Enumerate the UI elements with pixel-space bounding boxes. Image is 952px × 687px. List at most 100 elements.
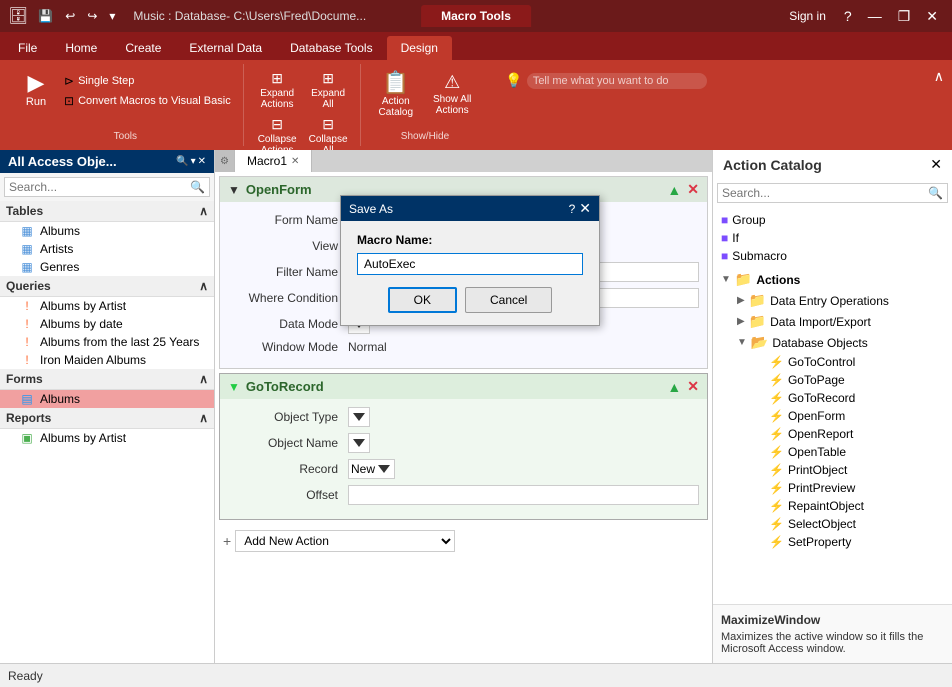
leaf-label: OpenForm [788,409,845,423]
catalog-leaf-opentable[interactable]: ⚡ OpenTable [765,443,948,461]
dialog-ok-btn[interactable]: OK [388,287,457,313]
dialog-close-btn[interactable]: ✕ [579,200,591,217]
sidebar-options-btn[interactable]: ▾ [191,156,196,167]
sidebar-item-iron-maiden[interactable]: ! Iron Maiden Albums [0,351,214,369]
tab-file[interactable]: File [4,36,51,60]
close-btn[interactable]: ✕ [920,6,944,27]
sidebar-item-genres[interactable]: ▦ Genres [0,258,214,276]
sidebar-search-input[interactable] [5,178,186,196]
ribbon-expand-btn[interactable]: ∧ [934,68,944,85]
catalog-search-icon[interactable]: 🔍 [924,184,947,202]
catalog-item-if[interactable]: ■ If [717,229,948,247]
record-select[interactable]: New [348,459,395,479]
openform-delete-btn[interactable]: ✕ [687,181,699,198]
dialog-help-btn[interactable]: ? [569,202,576,216]
single-step-btn[interactable]: ⊳ Single Step [60,72,235,90]
ribbon-group-collapse-expand: ⊞ ExpandActions ⊟ CollapseActions ⊞ Expa… [246,64,361,146]
show-all-actions-btn[interactable]: ⚠ Show AllActions [425,68,479,120]
catalog-leaf-printpreview[interactable]: ⚡ PrintPreview [765,479,948,497]
sidebar-close-btn[interactable]: ✕ [198,156,206,167]
catalog-leaf-gotopage[interactable]: ⚡ GoToPage [765,371,948,389]
undo-btn[interactable]: ↩ [61,7,79,25]
signin-link[interactable]: Sign in [789,9,826,23]
expand-actions-btn[interactable]: ⊞ ExpandActions [254,68,301,112]
sidebar-search-btn[interactable]: 🔍 [186,178,209,196]
catalog-item-label: Submacro [732,249,787,263]
object-name-select[interactable] [348,433,370,453]
catalog-item-group[interactable]: ■ Group [717,211,948,229]
offset-input[interactable] [348,485,699,505]
catalog-item-submacro[interactable]: ■ Submacro [717,247,948,265]
sidebar-item-albums-form[interactable]: ▤ Albums [0,390,214,408]
action-catalog-icon: 📋 [382,72,409,94]
tab-database-tools[interactable]: Database Tools [276,36,387,60]
sidebar-item-albums-by-date[interactable]: ! Albums by date [0,315,214,333]
catalog-leaf-selectobject[interactable]: ⚡ SelectObject [765,515,948,533]
tab-design[interactable]: Design [387,36,452,60]
db-objects-header[interactable]: ▼ 📂 Database Objects [733,332,948,353]
tab-macro1[interactable]: Macro1 ✕ [235,150,312,172]
run-label: Run [26,96,46,108]
save-btn[interactable]: 💾 [34,7,57,25]
dialog-cancel-btn[interactable]: Cancel [465,287,552,313]
sidebar-item-albums-table[interactable]: ▦ Albums [0,222,214,240]
object-type-select[interactable] [348,407,370,427]
add-action-select[interactable]: Add New Action [235,530,455,552]
catalog-leaf-setproperty[interactable]: ⚡ SetProperty [765,533,948,551]
gotorecord-delete-btn[interactable]: ✕ [687,378,699,395]
macro1-close[interactable]: ✕ [291,156,299,167]
catalog-leaf-gotorecord[interactable]: ⚡ GoToRecord [765,389,948,407]
sidebar-section-queries[interactable]: Queries ∧ [0,276,214,297]
openform-collapse-btn[interactable]: ▼ [228,183,240,197]
redo-btn[interactable]: ↪ [83,7,101,25]
add-action-bar: + Add New Action [215,524,712,558]
expand-all-btn[interactable]: ⊞ ExpandAll [305,68,352,112]
customize-btn[interactable]: ▾ [105,7,119,25]
catalog-leaf-gotocontrol[interactable]: ⚡ GoToControl [765,353,948,371]
macro-name-input[interactable] [357,253,583,275]
ribbon-tabs: File Home Create External Data Database … [0,32,952,60]
catalog-leaf-printobject[interactable]: ⚡ PrintObject [765,461,948,479]
data-import-header[interactable]: ▶ 📁 Data Import/Export [733,311,948,332]
sidebar-search-icon[interactable]: 🔍 [176,156,188,167]
catalog-leaf-openform[interactable]: ⚡ OpenForm [765,407,948,425]
tab-home[interactable]: Home [51,36,111,60]
maximize-btn[interactable]: ❐ [892,6,917,27]
object-type-label: Object Type [228,410,348,424]
action-catalog-close-btn[interactable]: ✕ [930,156,942,173]
sidebar-item-label: Albums [40,224,80,238]
help-btn[interactable]: ? [838,6,858,26]
sidebar-section-tables[interactable]: Tables ∧ [0,201,214,222]
sidebar-section-reports[interactable]: Reports ∧ [0,408,214,429]
run-button[interactable]: ▶ Run [16,68,56,112]
tab-external-data[interactable]: External Data [175,36,276,60]
sidebar-item-artists[interactable]: ▦ Artists [0,240,214,258]
data-entry-header[interactable]: ▶ 📁 Data Entry Operations [733,290,948,311]
action-catalog-btn[interactable]: 📋 ActionCatalog [371,68,421,122]
sidebar-item-albums-by-artist[interactable]: ! Albums by Artist [0,297,214,315]
catalog-content: ■ Group ■ If ■ Submacro ▼ 📁 Actions [713,207,952,604]
leaf-label: OpenReport [788,427,853,441]
gotorecord-up-btn[interactable]: ▲ [667,379,681,395]
sidebar-item-albums-last-25[interactable]: ! Albums from the last 25 Years [0,333,214,351]
gotorecord-header[interactable]: ▼ GoToRecord ▲ ✕ [220,374,707,399]
sidebar-section-forms[interactable]: Forms ∧ [0,369,214,390]
tab-create[interactable]: Create [111,36,175,60]
dialog-title: Save As [349,202,393,216]
openform-up-btn[interactable]: ▲ [667,182,681,198]
macro-icon: ⚙ [215,150,235,172]
sidebar-item-albums-by-artist-report[interactable]: ▣ Albums by Artist [0,429,214,447]
catalog-folder-actions-header[interactable]: ▼ 📁 Actions [717,269,948,290]
catalog-leaf-openreport[interactable]: ⚡ OpenReport [765,425,948,443]
convert-macros-btn[interactable]: ⊡ Convert Macros to Visual Basic [60,92,235,110]
catalog-leaf-repaintobject[interactable]: ⚡ RepaintObject [765,497,948,515]
add-action-plus-btn[interactable]: + [223,533,231,549]
expand-all-label: ExpandAll [311,88,345,110]
minus-icon: ▼ [228,380,240,394]
minimize-btn[interactable]: — [862,6,888,26]
gotorecord-section: ▼ GoToRecord ▲ ✕ Object Type [219,373,708,520]
catalog-search-input[interactable] [718,184,924,202]
openform-actions: ▲ ✕ [667,181,699,198]
tell-me-input[interactable] [527,73,707,89]
where-condition-label: Where Condition [228,291,348,305]
